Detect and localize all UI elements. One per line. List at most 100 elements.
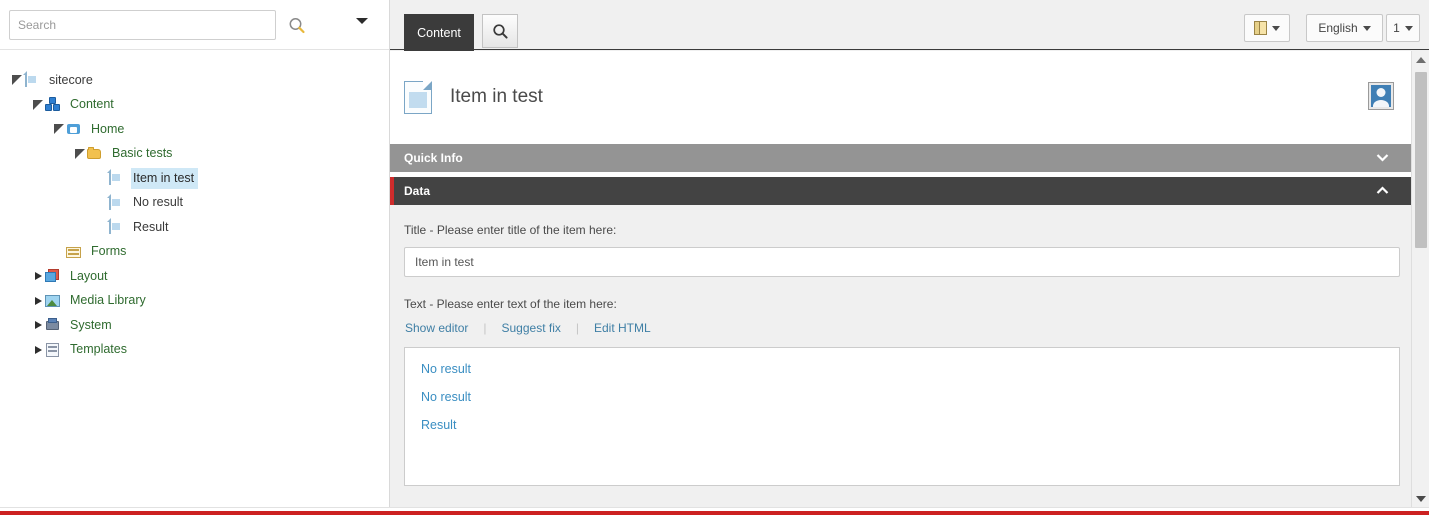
content-link[interactable]: No result bbox=[421, 390, 471, 404]
chevron-down-icon bbox=[1376, 151, 1389, 165]
tree-item-label: Home bbox=[91, 121, 125, 136]
page-title: Item in test bbox=[450, 86, 543, 107]
tree-item-label: Templates bbox=[70, 342, 127, 357]
tree-item-label: System bbox=[70, 317, 112, 332]
tree-item-label: Layout bbox=[70, 268, 108, 283]
language-book-button[interactable] bbox=[1244, 14, 1290, 42]
chevron-up-icon bbox=[1376, 184, 1389, 198]
user-avatar-icon[interactable] bbox=[1368, 82, 1394, 110]
tree-item-sitecore[interactable]: sitecore bbox=[0, 68, 389, 93]
rte-paragraph: Result bbox=[421, 418, 1383, 432]
tree-item-label: Basic tests bbox=[112, 146, 173, 161]
home-icon bbox=[66, 121, 82, 137]
show-editor-link[interactable]: Show editor bbox=[404, 321, 469, 335]
tree-item-basic-tests[interactable]: Basic tests bbox=[0, 142, 389, 167]
tree-search-bar bbox=[0, 0, 389, 50]
tree-item-label: Forms bbox=[91, 244, 127, 259]
editor-toolbar: Content English 1 bbox=[390, 0, 1429, 51]
document-icon bbox=[108, 193, 124, 211]
link-separator: | bbox=[575, 321, 579, 335]
document-icon bbox=[24, 71, 40, 88]
tree-item-forms[interactable]: Forms bbox=[0, 240, 389, 265]
tree-expand-toggle-closed-icon[interactable] bbox=[31, 289, 45, 313]
tree-item-home[interactable]: Home bbox=[0, 117, 389, 142]
text-field-label: Text - Please enter text of the item her… bbox=[404, 297, 617, 311]
templates-icon bbox=[45, 342, 61, 358]
version-selector-button[interactable]: 1 bbox=[1386, 14, 1420, 42]
system-icon bbox=[45, 317, 61, 333]
data-section-body: Title - Please enter title of the item h… bbox=[390, 205, 1411, 507]
tree-expand-toggle-closed-icon[interactable] bbox=[31, 338, 45, 362]
forms-icon bbox=[66, 244, 82, 260]
section-header-data[interactable]: Data bbox=[390, 177, 1411, 205]
tree-item-item-in-test[interactable]: Item in test bbox=[0, 166, 389, 191]
item-header: Item in test bbox=[390, 51, 1411, 143]
tree-item-layout[interactable]: Layout bbox=[0, 264, 389, 289]
title-field-input[interactable] bbox=[404, 247, 1400, 277]
text-field-actions: Show editor | Suggest fix | Edit HTML bbox=[404, 321, 1397, 335]
tree-toggle-spacer bbox=[94, 166, 108, 190]
tree-expand-toggle-open-icon[interactable] bbox=[10, 68, 24, 92]
section-label-quick-info: Quick Info bbox=[404, 151, 463, 165]
scrollbar-thumb[interactable] bbox=[1415, 72, 1427, 248]
tree-expand-toggle-closed-icon[interactable] bbox=[31, 264, 45, 288]
tab-content[interactable]: Content bbox=[404, 14, 474, 51]
search-icon bbox=[492, 23, 508, 39]
book-icon bbox=[1254, 21, 1267, 35]
accent-bar bbox=[0, 511, 1429, 515]
content-link[interactable]: Result bbox=[421, 418, 456, 432]
tree-toggle-spacer bbox=[94, 191, 108, 215]
tree-item-templates[interactable]: Templates bbox=[0, 338, 389, 363]
tree-item-label: Result bbox=[133, 219, 169, 234]
tree-toggle-spacer bbox=[94, 215, 108, 239]
scroll-down-arrow-icon[interactable] bbox=[1412, 490, 1429, 507]
item-editor-scroll-area: Item in test Quick Info Data Title - Ple… bbox=[390, 51, 1411, 507]
rich-text-content-area[interactable]: No result No result Result bbox=[404, 347, 1400, 486]
caret-down-icon bbox=[1272, 25, 1280, 31]
search-icon[interactable] bbox=[286, 15, 308, 37]
folder-icon bbox=[87, 146, 103, 162]
tree-expand-toggle-open-icon[interactable] bbox=[73, 142, 87, 166]
tree-item-label: Content bbox=[70, 97, 114, 112]
search-input[interactable] bbox=[9, 10, 276, 40]
title-field-label: Title - Please enter title of the item h… bbox=[404, 223, 617, 237]
tree-expand-toggle-closed-icon[interactable] bbox=[31, 313, 45, 337]
tree-item-system[interactable]: System bbox=[0, 313, 389, 338]
sitecore-content-editor: sitecore Content Home Basic tests Item in te… bbox=[0, 0, 1429, 515]
tab-search-button[interactable] bbox=[482, 14, 518, 48]
caret-down-icon bbox=[1362, 25, 1371, 31]
tree-item-label: sitecore bbox=[49, 72, 93, 87]
caret-down-icon bbox=[356, 18, 368, 24]
edit-html-link[interactable]: Edit HTML bbox=[593, 321, 652, 335]
search-options-dropdown-button[interactable] bbox=[356, 18, 372, 32]
version-label: 1 bbox=[1393, 21, 1400, 35]
scroll-up-arrow-icon[interactable] bbox=[1412, 51, 1429, 68]
content-link[interactable]: No result bbox=[421, 362, 471, 376]
tree-item-label: Media Library bbox=[70, 293, 146, 308]
rte-paragraph: No result bbox=[421, 362, 1383, 376]
caret-down-icon bbox=[1404, 25, 1413, 31]
bottom-status-bar bbox=[0, 507, 1429, 515]
section-label-data: Data bbox=[404, 184, 431, 198]
document-icon bbox=[108, 169, 124, 186]
media-icon bbox=[45, 293, 61, 309]
tree-expand-toggle-open-icon[interactable] bbox=[31, 93, 45, 117]
language-selector-button[interactable]: English bbox=[1306, 14, 1383, 42]
content-cubes-icon bbox=[45, 96, 61, 113]
content-tree[interactable]: sitecore Content Home Basic tests Item in te… bbox=[0, 51, 389, 507]
document-icon bbox=[108, 218, 124, 235]
layout-icon bbox=[45, 268, 61, 284]
vertical-scrollbar[interactable] bbox=[1411, 51, 1429, 507]
tree-item-label: No result bbox=[133, 195, 184, 210]
tree-expand-toggle-open-icon[interactable] bbox=[52, 117, 66, 141]
link-separator: | bbox=[483, 321, 487, 335]
suggest-fix-link[interactable]: Suggest fix bbox=[501, 321, 562, 335]
language-label: English bbox=[1318, 21, 1358, 35]
tree-item-result[interactable]: Result bbox=[0, 215, 389, 240]
tree-item-media-library[interactable]: Media Library bbox=[0, 289, 389, 314]
section-header-quick-info[interactable]: Quick Info bbox=[390, 144, 1411, 172]
editor-panel: Content English 1 Item in test Quick Inf… bbox=[390, 0, 1429, 507]
tree-item-content[interactable]: Content bbox=[0, 93, 389, 118]
tree-item-no-result[interactable]: No result bbox=[0, 191, 389, 216]
tree-item-label: Item in test bbox=[131, 167, 199, 189]
